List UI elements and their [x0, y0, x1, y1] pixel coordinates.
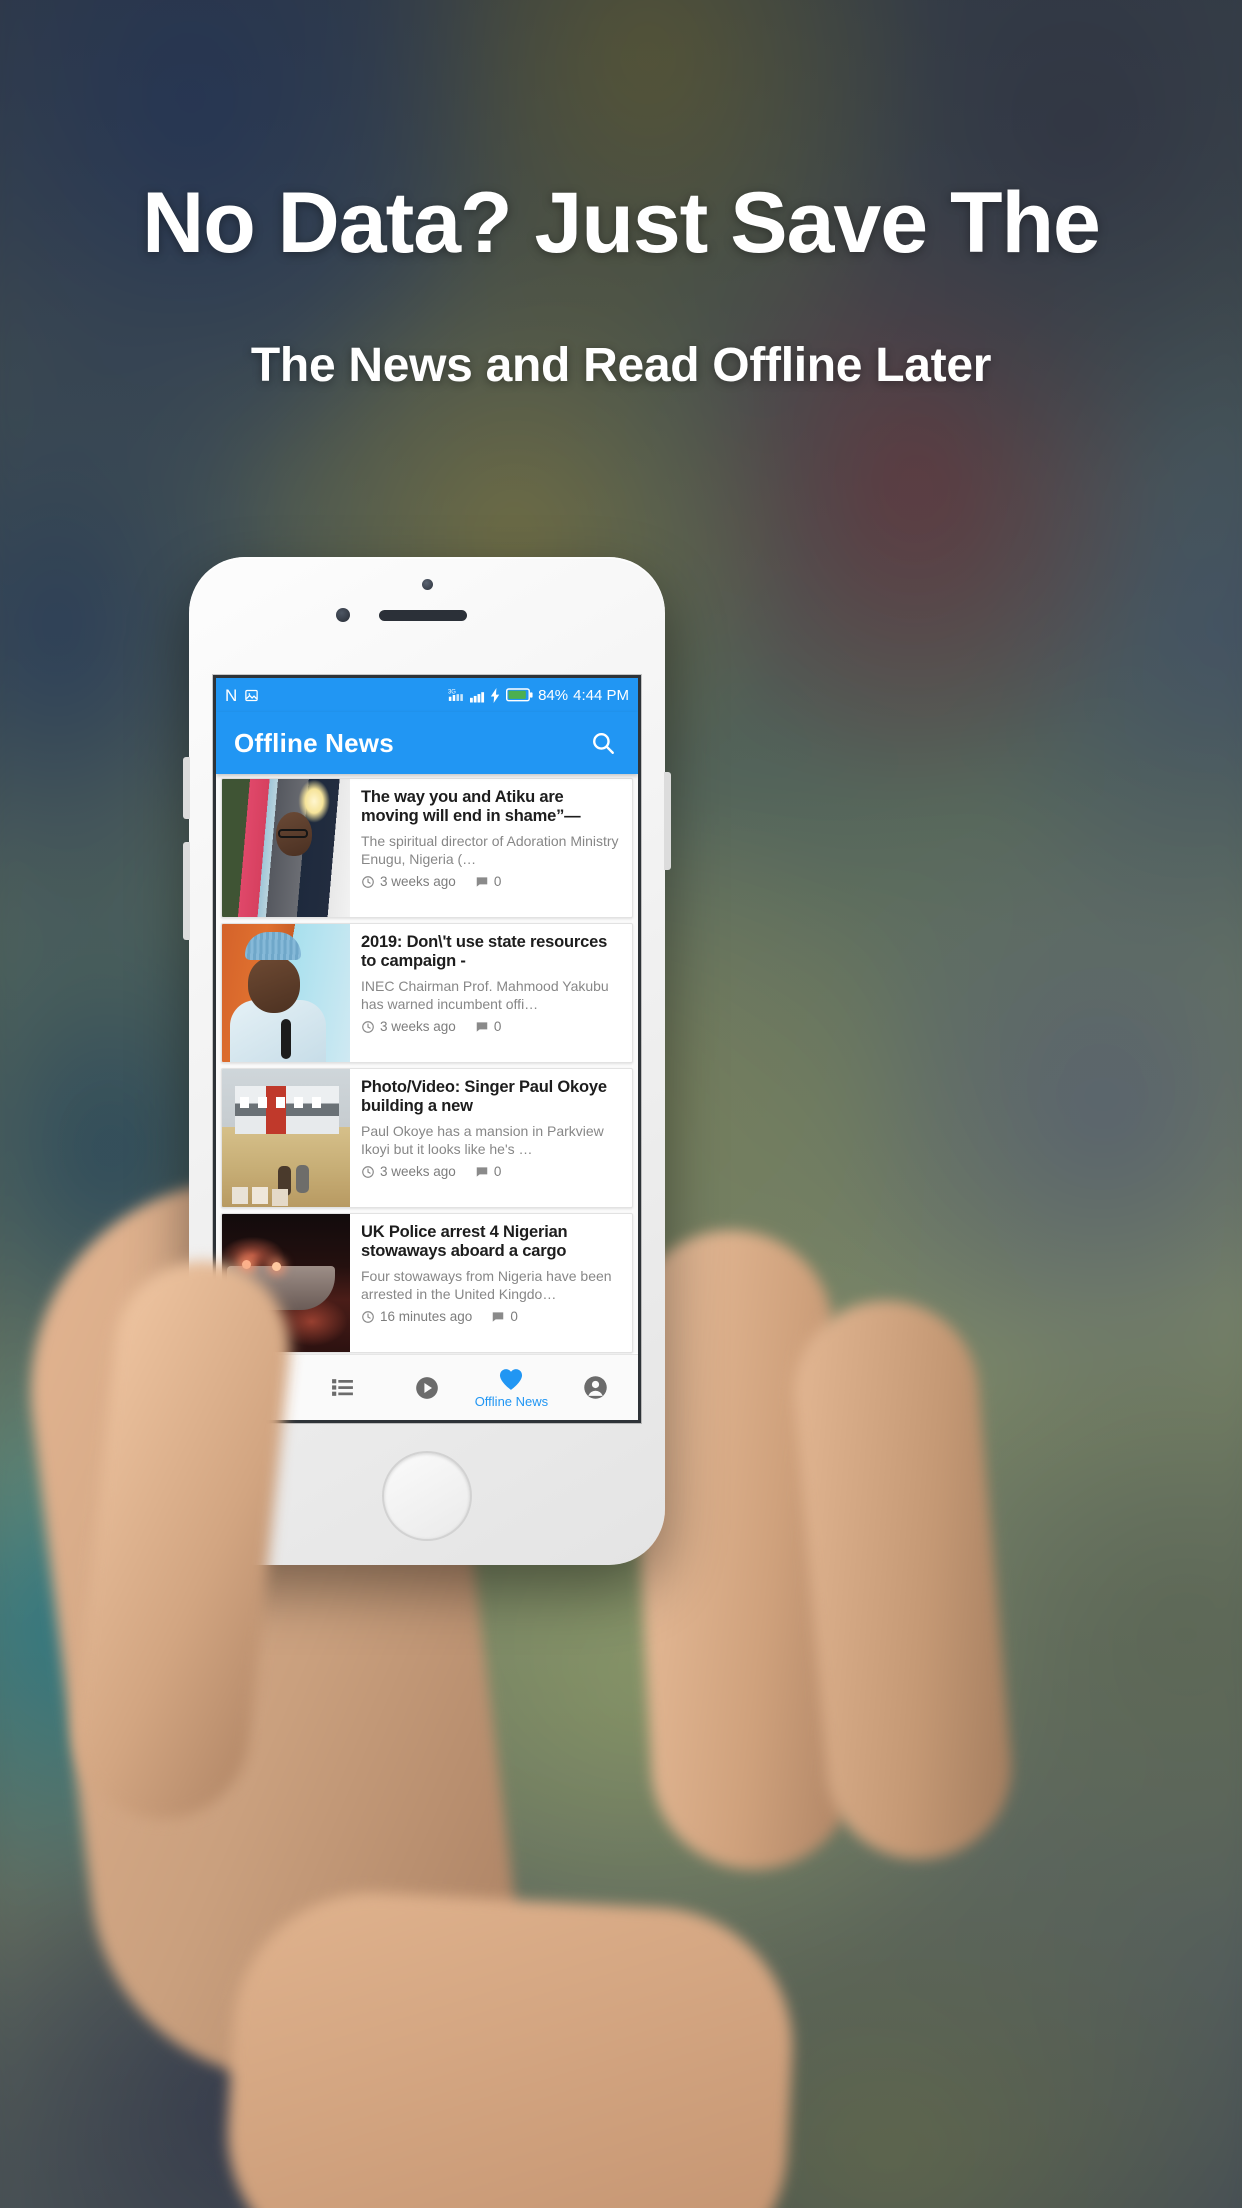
search-icon[interactable]: [586, 726, 620, 760]
article-time: 3 weeks ago: [380, 1019, 456, 1034]
app-title: Offline News: [234, 727, 394, 758]
status-bar-right: 3G 84% 4:44 PM: [448, 687, 629, 704]
article-meta: 3 weeks ago 0: [361, 1164, 622, 1179]
article-body: UK Police arrest 4 Nigerian stowaways ab…: [350, 1214, 632, 1352]
comment-icon: [491, 1310, 505, 1324]
front-camera: [422, 579, 433, 590]
notification-letter-icon: N: [225, 685, 238, 705]
article-title: UK Police arrest 4 Nigerian stowaways ab…: [361, 1223, 568, 1261]
status-bar: N 3G 84% 4:44 PM: [216, 678, 638, 712]
volume-down-button[interactable]: [183, 842, 190, 940]
clock-icon: [361, 875, 375, 889]
promo-headline-container: No Data? Just Save The: [0, 176, 1242, 271]
article-card[interactable]: 2019: Don\'t use state resources to camp…: [221, 923, 633, 1063]
article-title: 2019: Don\'t use state resources to camp…: [361, 933, 608, 971]
play-icon: [414, 1375, 440, 1401]
battery-icon: [506, 688, 533, 702]
article-thumbnail: [222, 924, 350, 1062]
nav-item-offline-news-label: Offline News: [474, 1393, 549, 1409]
image-icon: [244, 688, 259, 703]
promo-headline: No Data? Just Save The: [142, 175, 1101, 271]
article-card[interactable]: Photo/Video: Singer Paul Okoye building …: [221, 1068, 633, 1208]
charging-bolt-icon: [490, 687, 501, 703]
article-time: 16 minutes ago: [380, 1309, 473, 1324]
status-bar-left: N: [225, 687, 259, 704]
article-time: 3 weeks ago: [380, 874, 456, 889]
clock-icon: [361, 1165, 375, 1179]
comment-icon: [475, 1165, 489, 1179]
signal-bars-icon: [470, 687, 485, 703]
article-excerpt: Paul Okoye has a mansion in Parkview Iko…: [361, 1123, 604, 1157]
earpiece-speaker: [379, 610, 467, 621]
comment-icon: [475, 1020, 489, 1034]
promo-subhead: The News and Read Offline Later: [250, 339, 992, 392]
article-title: The way you and Atiku are moving will en…: [361, 788, 581, 826]
article-excerpt: The spiritual director of Adoration Mini…: [361, 833, 619, 867]
article-thumbnail: [222, 1069, 350, 1207]
power-button[interactable]: [664, 772, 671, 870]
article-card[interactable]: The way you and Atiku are moving will en…: [221, 778, 633, 918]
cellular-3g-icon: 3G: [448, 687, 465, 703]
svg-text:3G: 3G: [448, 689, 456, 695]
article-comment-count: 0: [493, 874, 502, 889]
article-body: 2019: Don\'t use state resources to camp…: [350, 924, 632, 1062]
volume-up-button[interactable]: [183, 757, 190, 819]
article-comment-count: 0: [510, 1309, 518, 1324]
promo-subhead-container: The News and Read Offline Later: [0, 338, 1242, 393]
list-icon: [330, 1375, 355, 1400]
hand-wrist: [220, 1885, 800, 2208]
article-comment-count: 0: [493, 1019, 502, 1034]
proximity-sensor: [336, 608, 350, 622]
article-excerpt: Four stowaways from Nigeria have been ar…: [361, 1268, 612, 1302]
clock-label: 4:44 PM: [573, 686, 629, 704]
clock-icon: [361, 1310, 375, 1324]
nav-item-offline-news[interactable]: Offline News: [469, 1367, 553, 1409]
nav-item-list[interactable]: [300, 1375, 384, 1400]
heart-icon: [498, 1367, 524, 1391]
clock-icon: [361, 1020, 375, 1034]
article-meta: 3 weeks ago 0: [361, 874, 622, 889]
article-time: 3 weeks ago: [380, 1164, 456, 1179]
comment-icon: [475, 875, 489, 889]
article-body: Photo/Video: Singer Paul Okoye building …: [350, 1069, 632, 1207]
article-comment-count: 0: [493, 1164, 502, 1179]
article-meta: 16 minutes ago 0: [361, 1309, 622, 1324]
article-list[interactable]: The way you and Atiku are moving will en…: [216, 774, 638, 1353]
article-thumbnail: [222, 779, 350, 917]
article-excerpt: INEC Chairman Prof. Mahmood Yakubu has w…: [361, 978, 609, 1012]
battery-percent-label: 84%: [538, 686, 569, 704]
article-meta: 3 weeks ago 0: [361, 1019, 622, 1034]
home-button[interactable]: [382, 1451, 472, 1541]
article-body: The way you and Atiku are moving will en…: [350, 779, 632, 917]
nav-item-video[interactable]: [385, 1375, 469, 1401]
app-bar: Offline News: [216, 712, 638, 774]
nav-item-account[interactable]: [554, 1374, 638, 1401]
account-icon: [582, 1374, 609, 1401]
article-title: Photo/Video: Singer Paul Okoye building …: [361, 1078, 607, 1116]
